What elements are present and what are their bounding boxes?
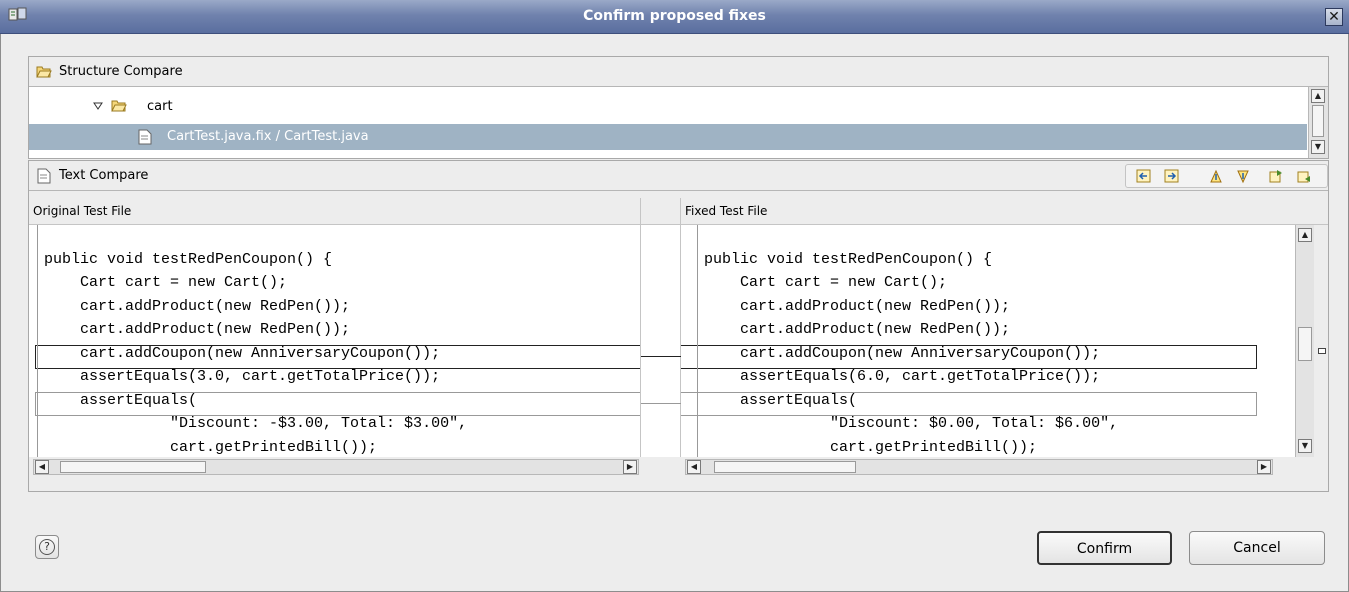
title-bar: Confirm proposed fixes ✕ <box>0 0 1349 34</box>
copy-all-right-icon[interactable] <box>1164 168 1180 184</box>
overview-ruler-marker <box>1318 348 1326 354</box>
code-line: cart.addProduct(new RedPen()); <box>35 297 351 315</box>
diff-connector <box>641 225 681 457</box>
code-line: assertEquals( <box>695 391 858 409</box>
code-line: cart.addProduct(new RedPen()); <box>695 321 1011 338</box>
folder-open-icon <box>111 100 127 112</box>
tree-label-cart: cart <box>147 99 173 114</box>
scroll-thumb[interactable] <box>1298 327 1312 361</box>
text-compare-pane: Text Compare Original Test File Fixed Te… <box>28 160 1329 492</box>
cancel-button[interactable]: Cancel <box>1189 531 1325 565</box>
dialog-body: Structure Compare cart CartTest.java.fix… <box>0 34 1349 592</box>
right-vscrollbar[interactable]: ▲ ▼ <box>1295 225 1314 457</box>
code-line: Cart cart = new Cart(); <box>695 274 948 291</box>
right-column-header: Fixed Test File <box>681 198 1328 225</box>
expand-triangle-icon[interactable] <box>93 102 103 110</box>
left-code: public void testRedPenCoupon() { Cart ca… <box>35 225 467 457</box>
text-compare-label: Text Compare <box>59 168 149 183</box>
code-line: public void testRedPenCoupon() { <box>35 250 333 268</box>
code-line: cart.getPrintedBill()); <box>35 438 378 456</box>
scroll-up-icon[interactable]: ▲ <box>1298 228 1312 242</box>
right-hscrollbar[interactable]: ◀ ▶ <box>685 459 1273 475</box>
code-line: cart.addProduct(new RedPen()); <box>35 321 351 338</box>
left-column-header: Original Test File <box>29 198 641 225</box>
scroll-up-icon[interactable]: ▲ <box>1311 89 1325 103</box>
confirm-button[interactable]: Confirm <box>1037 531 1172 565</box>
structure-scrollbar[interactable]: ▲ ▼ <box>1308 87 1328 158</box>
next-difference-icon[interactable] <box>1208 168 1224 184</box>
copy-all-left-icon[interactable] <box>1136 168 1152 184</box>
scroll-left-icon[interactable]: ◀ <box>35 460 49 474</box>
code-line: assertEquals(3.0, cart.getTotalPrice()); <box>35 368 441 385</box>
structure-compare-label: Structure Compare <box>59 64 183 79</box>
structure-compare-header: Structure Compare <box>29 57 1328 87</box>
left-hscrollbar[interactable]: ◀ ▶ <box>33 459 639 475</box>
scroll-right-icon[interactable]: ▶ <box>1257 460 1271 474</box>
center-column-header <box>641 198 681 225</box>
close-icon[interactable]: ✕ <box>1325 8 1343 26</box>
code-line: "Discount: -$3.00, Total: $3.00", <box>35 415 468 432</box>
hscroll-thumb[interactable] <box>714 461 856 473</box>
scroll-down-icon[interactable]: ▼ <box>1298 439 1312 453</box>
connector-line-1 <box>641 356 681 357</box>
help-icon: ? <box>39 539 55 555</box>
hscroll-thumb[interactable] <box>60 461 206 473</box>
right-editor[interactable]: public void testRedPenCoupon() { Cart ca… <box>681 225 1295 457</box>
code-line: "Discount: $0.00, Total: $6.00", <box>695 415 1119 432</box>
text-compare-header: Text Compare <box>29 161 1328 191</box>
code-line: cart.addCoupon(new AnniversaryCoupon()); <box>35 344 441 362</box>
code-line: assertEquals(6.0, cart.getTotalPrice()); <box>695 368 1101 385</box>
connector-line-2 <box>641 403 681 404</box>
code-line: cart.addProduct(new RedPen()); <box>695 297 1011 315</box>
folder-open-icon <box>36 66 52 78</box>
toolbar <box>1125 164 1328 188</box>
code-line: assertEquals( <box>35 391 198 409</box>
tree-row-cart[interactable]: cart <box>29 94 1307 120</box>
help-button[interactable]: ? <box>35 535 59 559</box>
next-change-icon[interactable] <box>1268 168 1284 184</box>
window-title: Confirm proposed fixes <box>583 8 766 24</box>
scroll-thumb[interactable] <box>1312 105 1324 137</box>
right-code: public void testRedPenCoupon() { Cart ca… <box>695 225 1118 457</box>
code-line: Cart cart = new Cart(); <box>35 274 288 291</box>
tree-label-file: CartTest.java.fix / CartTest.java <box>167 129 369 144</box>
previous-difference-icon[interactable] <box>1235 168 1251 184</box>
structure-compare-pane: Structure Compare cart CartTest.java.fix… <box>28 56 1329 159</box>
scroll-right-icon[interactable]: ▶ <box>623 460 637 474</box>
code-line: cart.addCoupon(new AnniversaryCoupon()); <box>695 344 1101 362</box>
text-file-icon <box>37 168 51 184</box>
tree-row-file[interactable]: CartTest.java.fix / CartTest.java <box>29 124 1307 150</box>
java-file-icon <box>138 129 152 145</box>
scroll-down-icon[interactable]: ▼ <box>1311 140 1325 154</box>
previous-change-icon[interactable] <box>1296 168 1312 184</box>
code-line: public void testRedPenCoupon() { <box>695 250 993 268</box>
scroll-left-icon[interactable]: ◀ <box>687 460 701 474</box>
code-line: cart.getPrintedBill()); <box>695 438 1038 456</box>
left-editor[interactable]: public void testRedPenCoupon() { Cart ca… <box>29 225 641 457</box>
